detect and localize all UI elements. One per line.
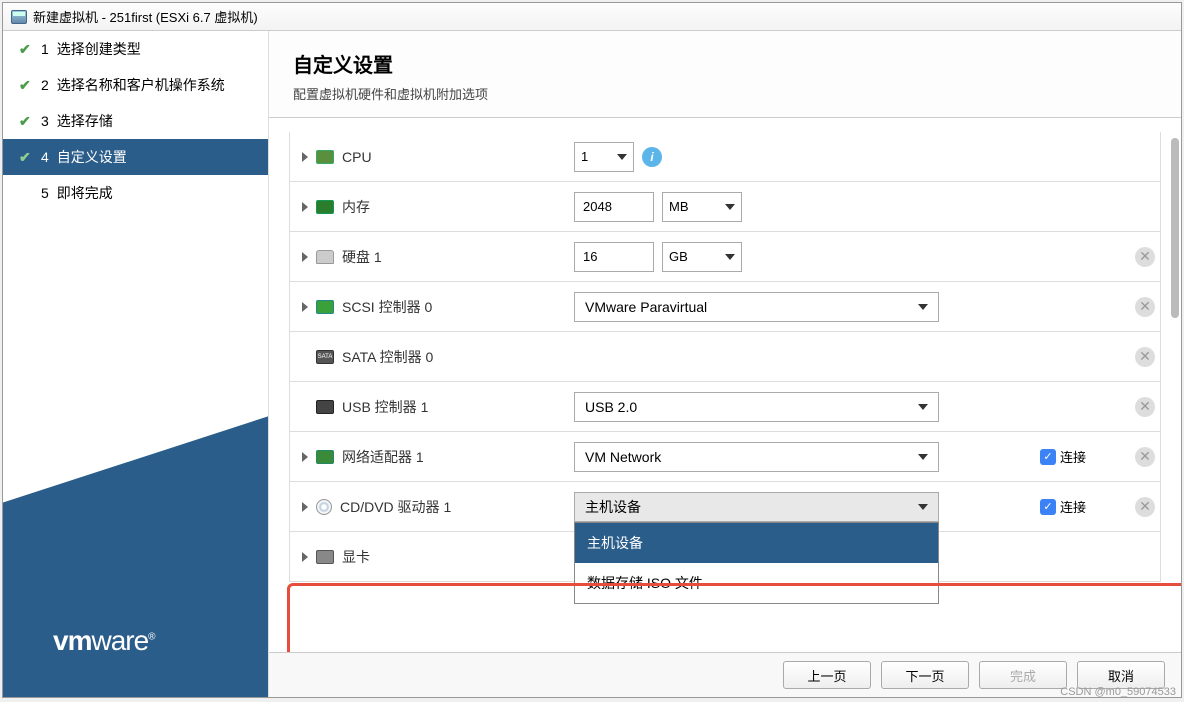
titlebar[interactable]: 新建虚拟机 - 251first (ESXi 6.7 虚拟机) <box>3 3 1181 31</box>
dropdown-option-iso[interactable]: 数据存储 ISO 文件 <box>575 563 938 603</box>
display-icon <box>316 550 334 564</box>
wizard-footer: 上一页 下一页 完成 取消 <box>269 652 1181 697</box>
wizard-step-3[interactable]: 3 选择存储 <box>3 103 268 139</box>
row-usb: USB 控制器 1 USB 2.0 ✕ <box>289 382 1161 432</box>
row-network: 网络适配器 1 VM Network ✓连接 ✕ <box>289 432 1161 482</box>
page-title: 自定义设置 <box>293 49 1157 78</box>
wizard-sidebar: 1 选择创建类型 2 选择名称和客户机操作系统 3 选择存储 4 自定义设置 5… <box>3 31 268 697</box>
row-cddvd: CD/DVD 驱动器 1 主机设备 主机设备 数据存储 ISO 文件 ✓连接 ✕ <box>289 482 1161 532</box>
memory-input[interactable] <box>574 192 654 222</box>
caret-icon <box>918 454 928 460</box>
scsi-icon <box>316 300 334 314</box>
row-scsi: SCSI 控制器 0 VMware Paravirtual ✕ <box>289 282 1161 332</box>
vmware-logo: vmware® <box>53 625 155 657</box>
cddvd-dropdown: 主机设备 数据存储 ISO 文件 <box>574 522 939 604</box>
cpu-icon <box>316 150 334 164</box>
usb-icon <box>316 400 334 414</box>
caret-icon <box>918 304 928 310</box>
caret-icon <box>725 254 735 260</box>
network-icon <box>316 450 334 464</box>
scsi-type-select[interactable]: VMware Paravirtual <box>574 292 939 322</box>
expand-icon[interactable] <box>302 152 308 162</box>
expand-icon[interactable] <box>302 452 308 462</box>
remove-cddvd-button[interactable]: ✕ <box>1135 497 1155 517</box>
row-disk: 硬盘 1 GB ✕ <box>289 232 1161 282</box>
scrollbar[interactable] <box>1171 138 1179 318</box>
page-header: 自定义设置 配置虚拟机硬件和虚拟机附加选项 <box>269 31 1181 118</box>
expand-icon[interactable] <box>302 502 308 512</box>
row-sata: SATASATA 控制器 0 ✕ <box>289 332 1161 382</box>
network-connect-checkbox[interactable]: ✓ <box>1040 449 1056 465</box>
usb-type-select[interactable]: USB 2.0 <box>574 392 939 422</box>
cpu-count-select[interactable]: 1 <box>574 142 634 172</box>
sata-icon: SATA <box>316 350 334 364</box>
prev-button[interactable]: 上一页 <box>783 661 871 689</box>
disk-unit-select[interactable]: GB <box>662 242 742 272</box>
wizard-step-1[interactable]: 1 选择创建类型 <box>3 31 268 67</box>
expand-icon[interactable] <box>302 202 308 212</box>
row-memory: 内存 MB <box>289 182 1161 232</box>
disk-size-input[interactable] <box>574 242 654 272</box>
expand-icon[interactable] <box>302 302 308 312</box>
cddvd-source-select[interactable]: 主机设备 主机设备 数据存储 ISO 文件 <box>574 492 939 522</box>
page-subtitle: 配置虚拟机硬件和虚拟机附加选项 <box>293 84 1157 103</box>
remove-sata-button[interactable]: ✕ <box>1135 347 1155 367</box>
expand-icon[interactable] <box>302 252 308 262</box>
memory-icon <box>316 200 334 214</box>
row-cpu: CPU 1i <box>289 132 1161 182</box>
cancel-button[interactable]: 取消 <box>1077 661 1165 689</box>
cddvd-connect-checkbox[interactable]: ✓ <box>1040 499 1056 515</box>
caret-icon <box>617 154 627 160</box>
expand-icon[interactable] <box>302 552 308 562</box>
watermark: CSDN @m0_59074533 <box>1060 686 1176 698</box>
wizard-step-5[interactable]: 5 即将完成 <box>3 175 268 211</box>
memory-unit-select[interactable]: MB <box>662 192 742 222</box>
dropdown-option-host[interactable]: 主机设备 <box>575 523 938 563</box>
caret-icon <box>725 204 735 210</box>
remove-scsi-button[interactable]: ✕ <box>1135 297 1155 317</box>
next-button[interactable]: 下一页 <box>881 661 969 689</box>
info-icon[interactable]: i <box>642 147 662 167</box>
new-vm-dialog: 新建虚拟机 - 251first (ESXi 6.7 虚拟机) 1 选择创建类型… <box>2 2 1182 698</box>
network-select[interactable]: VM Network <box>574 442 939 472</box>
wizard-step-2[interactable]: 2 选择名称和客户机操作系统 <box>3 67 268 103</box>
window-title: 新建虚拟机 - 251first (ESXi 6.7 虚拟机) <box>33 7 258 26</box>
remove-usb-button[interactable]: ✕ <box>1135 397 1155 417</box>
disk-icon <box>316 250 334 264</box>
cd-icon <box>316 499 332 515</box>
hardware-settings: CPU 1i 内存 MB 硬盘 1 GB ✕ SCSI 控制器 0 <box>269 118 1181 652</box>
vm-icon <box>11 10 27 24</box>
caret-icon <box>918 504 928 510</box>
wizard-step-4[interactable]: 4 自定义设置 <box>3 139 268 175</box>
caret-icon <box>918 404 928 410</box>
remove-network-button[interactable]: ✕ <box>1135 447 1155 467</box>
finish-button: 完成 <box>979 661 1067 689</box>
remove-disk-button[interactable]: ✕ <box>1135 247 1155 267</box>
